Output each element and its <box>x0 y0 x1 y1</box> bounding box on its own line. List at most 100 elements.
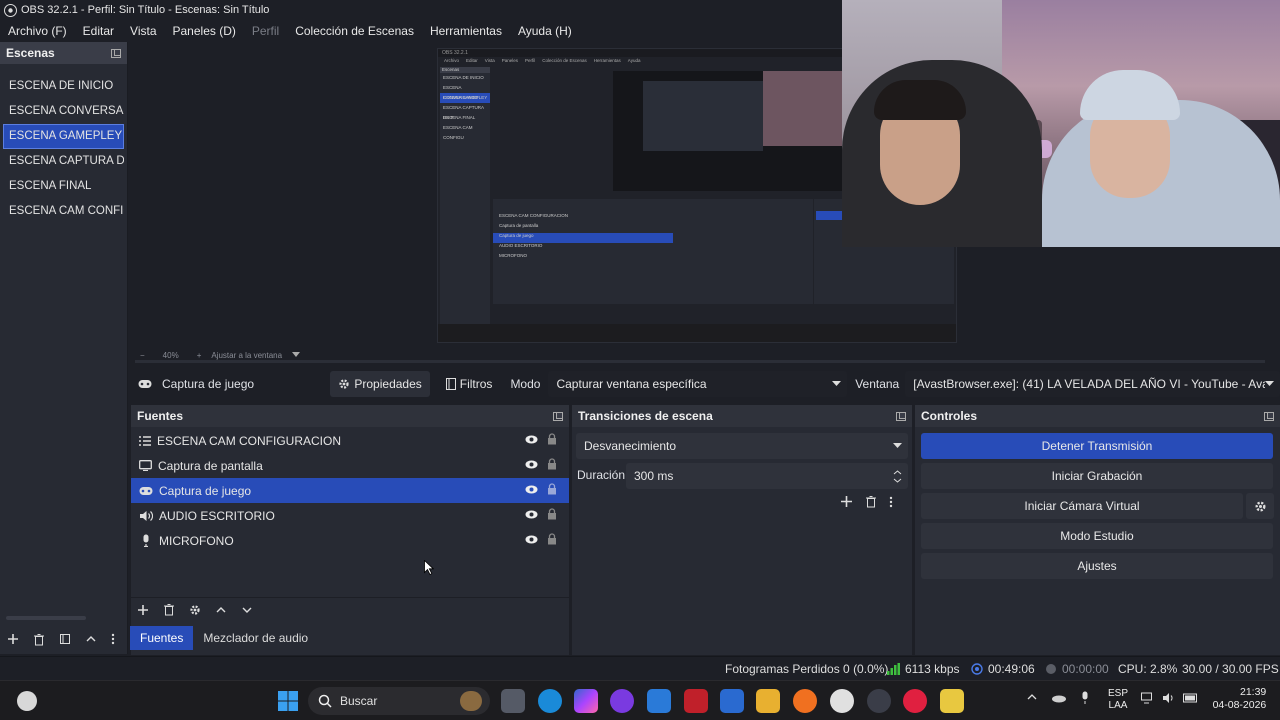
copilot-icon[interactable] <box>574 689 598 713</box>
add-transition-icon[interactable] <box>840 495 853 508</box>
start-recording-button[interactable]: Iniciar Grabación <box>921 463 1273 489</box>
gear-icon <box>1254 500 1267 513</box>
menu-archivo[interactable]: Archivo (F) <box>0 24 75 38</box>
zoom-out-icon[interactable]: − <box>140 351 145 360</box>
settings-button[interactable]: Ajustes <box>921 553 1273 579</box>
task-view-icon[interactable] <box>501 689 525 713</box>
menu-herramientas[interactable]: Herramientas <box>422 24 510 38</box>
window-select[interactable]: [AvastBrowser.exe]: (41) LA VELADA DEL A… <box>905 371 1280 397</box>
filters-button[interactable]: Filtros <box>438 371 501 397</box>
spin-arrows-icon[interactable] <box>893 469 902 483</box>
float-dock-icon[interactable] <box>553 411 563 421</box>
opera-icon[interactable] <box>903 689 927 713</box>
zoom-dropdown-icon[interactable] <box>292 352 301 358</box>
float-dock-icon[interactable] <box>896 411 906 421</box>
scene-item[interactable]: ESCENA FINAL <box>0 174 124 199</box>
start-virtual-camera-button[interactable]: Iniciar Cámara Virtual <box>921 493 1243 519</box>
studio-mode-button[interactable]: Modo Estudio <box>921 523 1273 549</box>
file-explorer-icon[interactable] <box>756 689 780 713</box>
clock[interactable]: 21:39 04-08-2026 <box>1212 686 1267 712</box>
move-down-icon[interactable] <box>241 604 253 616</box>
source-item[interactable]: Captura de pantalla <box>131 453 569 478</box>
float-dock-icon[interactable] <box>111 48 121 58</box>
float-dock-icon[interactable] <box>1264 411 1274 421</box>
source-properties-icon[interactable] <box>189 604 201 616</box>
start-icon[interactable] <box>278 691 298 711</box>
duration-label: Duración <box>577 468 626 482</box>
add-scene-icon[interactable] <box>7 633 19 645</box>
menu-perfil[interactable]: Perfil <box>244 24 287 38</box>
remove-source-icon[interactable] <box>163 603 175 616</box>
menu-paneles[interactable]: Paneles (D) <box>165 24 244 38</box>
transition-type-select[interactable]: Desvanecimiento <box>576 433 908 459</box>
source-item[interactable]: AUDIO ESCRITORIO <box>131 503 569 528</box>
chatgpt-icon[interactable] <box>830 689 854 713</box>
scene-item[interactable]: ESCENA CONVERSANDO <box>0 99 124 124</box>
virtual-camera-settings-button[interactable] <box>1246 493 1274 519</box>
obs-taskbar-icon[interactable] <box>867 689 891 713</box>
tab-fuentes[interactable]: Fuentes <box>130 626 194 650</box>
controls-dock: Controles Detener Transmisión Iniciar Gr… <box>915 405 1280 655</box>
game-icon[interactable] <box>940 689 964 713</box>
lock-icon[interactable] <box>547 508 557 520</box>
battery-icon[interactable] <box>1183 692 1199 704</box>
onedrive-icon[interactable] <box>1051 693 1067 703</box>
obs-logo-icon <box>4 3 17 17</box>
visibility-eye-icon[interactable] <box>525 510 538 519</box>
scenes-title: Escenas <box>6 46 55 60</box>
volume-icon[interactable] <box>1162 692 1176 704</box>
weather-icon[interactable] <box>17 691 37 711</box>
more-icon[interactable] <box>889 496 893 508</box>
zoom-in-icon[interactable]: + <box>197 351 202 360</box>
fit-window-label[interactable]: Ajustar a la ventana <box>211 351 282 360</box>
lock-icon[interactable] <box>547 533 557 545</box>
properties-button[interactable]: Propiedades <box>330 371 430 397</box>
lock-icon[interactable] <box>547 458 557 470</box>
visibility-eye-icon[interactable] <box>525 485 538 494</box>
more-icon[interactable] <box>111 633 115 645</box>
menu-ayuda[interactable]: Ayuda (H) <box>510 24 580 38</box>
scene-item[interactable]: ESCENA CAPTURA DE PANTALLA <box>0 149 124 174</box>
nested-sources: ESCENA CAM CONFIGURACION Captura de pant… <box>493 199 673 304</box>
language-indicator[interactable]: ESP LAA <box>1108 688 1128 712</box>
edge-icon[interactable] <box>538 689 562 713</box>
lock-icon[interactable] <box>547 483 557 495</box>
preview-hscrollbar[interactable] <box>135 360 1265 363</box>
mode-label: Modo <box>510 377 541 391</box>
app-icon[interactable] <box>610 689 634 713</box>
scene-item[interactable]: ESCENA CAM CONFIGURACION <box>0 199 124 224</box>
cpu-usage: CPU: 2.8% <box>1118 662 1178 676</box>
visibility-eye-icon[interactable] <box>525 535 538 544</box>
scenes-scrollbar[interactable] <box>6 616 86 620</box>
remove-scene-icon[interactable] <box>33 633 45 646</box>
network-icon[interactable] <box>1141 692 1155 704</box>
menu-coleccion-escenas[interactable]: Colección de Escenas <box>287 24 422 38</box>
mail-icon[interactable] <box>720 689 744 713</box>
lock-icon[interactable] <box>547 433 557 445</box>
menu-editar[interactable]: Editar <box>75 24 122 38</box>
source-item[interactable]: ESCENA CAM CONFIGURACION <box>131 428 569 453</box>
scene-item-selected[interactable]: ESCENA GAMEPLEY <box>3 124 124 149</box>
stop-streaming-button[interactable]: Detener Transmisión <box>921 433 1273 459</box>
visibility-eye-icon[interactable] <box>525 435 538 444</box>
tray-chevron-icon[interactable] <box>1027 693 1037 700</box>
move-up-icon[interactable] <box>215 604 227 616</box>
mcafee-icon[interactable] <box>684 689 708 713</box>
tab-audio-mixer[interactable]: Mezclador de audio <box>193 626 318 650</box>
source-item-selected[interactable]: Captura de juego <box>131 478 569 503</box>
move-up-icon[interactable] <box>85 633 97 645</box>
search-box[interactable]: Buscar <box>308 687 490 715</box>
visibility-eye-icon[interactable] <box>525 460 538 469</box>
microphone-tray-icon[interactable] <box>1080 691 1090 705</box>
store-icon[interactable] <box>647 689 671 713</box>
remove-transition-icon[interactable] <box>865 495 877 508</box>
source-item[interactable]: MICROFONO <box>131 528 569 553</box>
mode-select[interactable]: Capturar ventana específica <box>548 371 848 397</box>
scene-item[interactable]: ESCENA DE INICIO <box>0 74 124 99</box>
scene-filters-icon[interactable] <box>59 633 71 645</box>
scenes-toolbar <box>0 628 128 650</box>
menu-vista[interactable]: Vista <box>122 24 164 38</box>
add-source-icon[interactable] <box>137 604 149 616</box>
duration-spinbox[interactable]: 300 ms <box>626 463 908 489</box>
firefox-icon[interactable] <box>793 689 817 713</box>
